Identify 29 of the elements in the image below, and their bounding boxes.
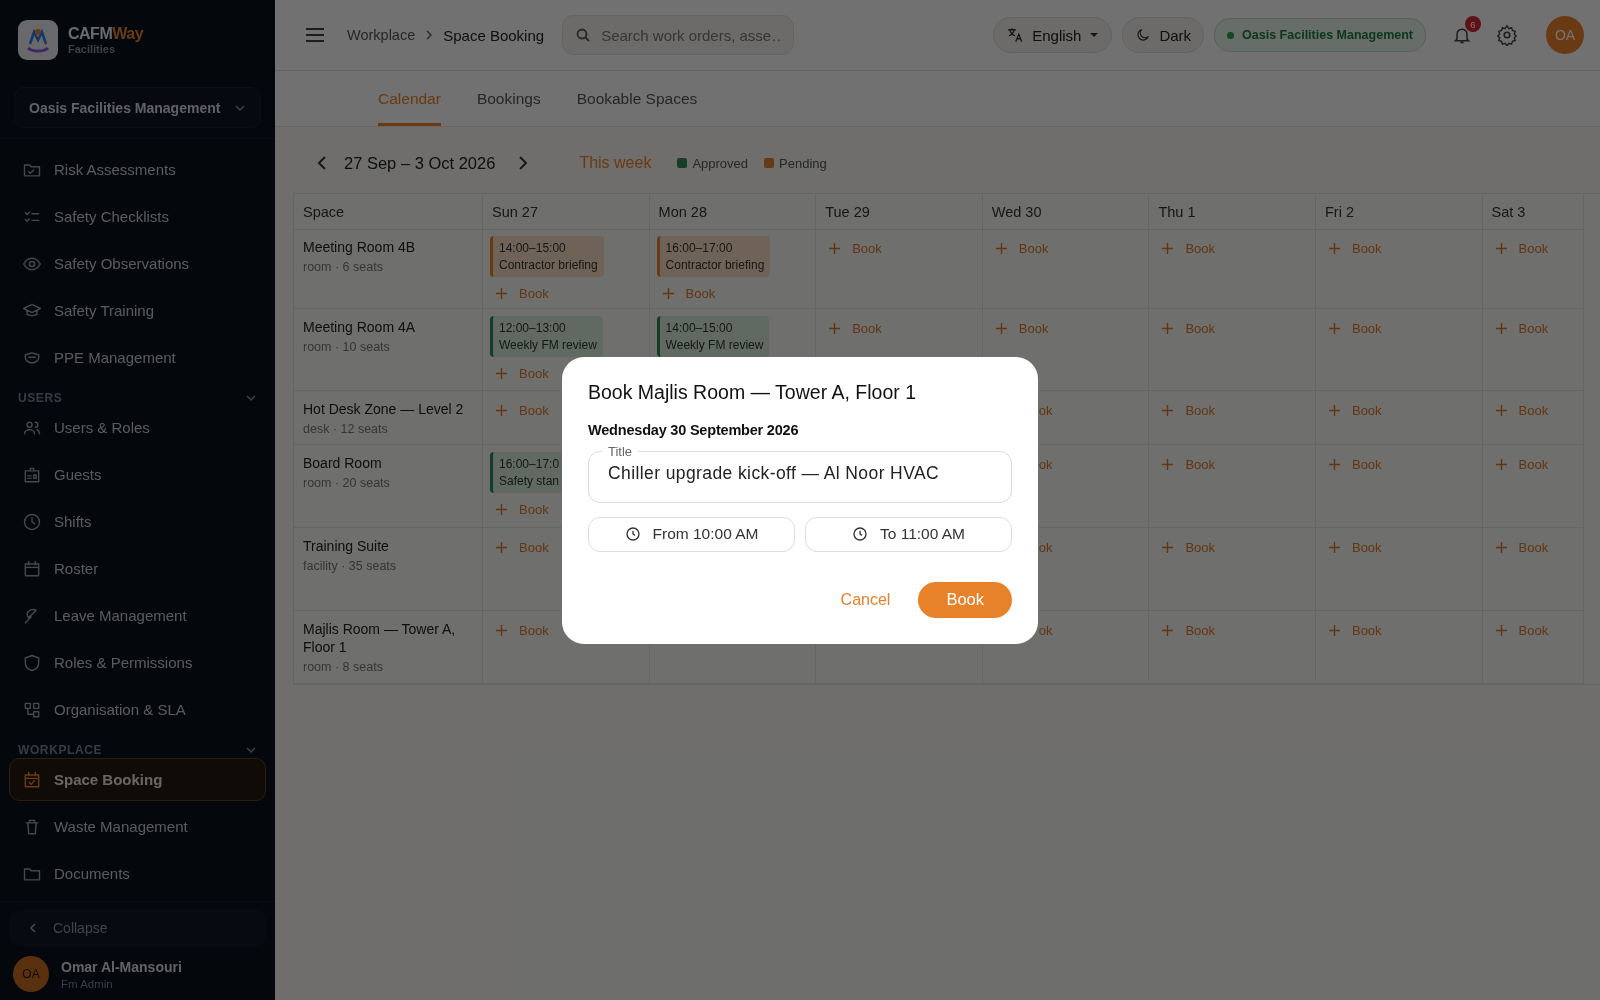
booking-date: Wednesday 30 September 2026 xyxy=(588,421,800,438)
column-header: Fri 2 xyxy=(1315,194,1483,230)
space-details: room · 8 seats xyxy=(302,660,384,675)
column-header: Tue 29 xyxy=(816,194,983,230)
space-details: facility · 35 seats xyxy=(302,559,398,574)
legend-label: Approved xyxy=(692,155,749,171)
column-header: Space xyxy=(294,194,483,230)
legend-label: Pending xyxy=(779,155,827,171)
space-details: room · 20 seats xyxy=(302,476,391,491)
breadcrumb-current: Space Booking xyxy=(443,26,545,44)
space-details: desk · 12 seats xyxy=(302,422,389,437)
brand-subtitle: Facilities xyxy=(68,43,117,55)
space-name: Meeting Room 4A xyxy=(302,318,417,337)
user-name: Omar Al-Mansouri xyxy=(61,958,182,975)
space-name: Majlis Room — Tower A, Floor 1 xyxy=(302,620,457,657)
column-header: Sun 27 xyxy=(483,194,650,230)
column-header: Wed 30 xyxy=(982,194,1150,230)
column-header: Mon 28 xyxy=(649,194,817,230)
space-name: Training Suite xyxy=(302,537,390,556)
column-header: Thu 1 xyxy=(1149,194,1316,230)
space-details: room · 10 seats xyxy=(302,340,391,355)
week-range: 27 Sep – 3 Oct 2026 xyxy=(344,153,496,173)
space-name: Hot Desk Zone — Level 2 xyxy=(302,400,465,419)
column-header: Sat 3 xyxy=(1482,194,1584,230)
notification-badge: 6 xyxy=(1465,16,1481,32)
space-name: Meeting Room 4B xyxy=(302,238,417,257)
space-name: Board Room xyxy=(302,454,383,473)
organisation-chip: Oasis Facilities Management xyxy=(1214,18,1426,52)
brand-name: CAFMWay xyxy=(68,25,144,43)
